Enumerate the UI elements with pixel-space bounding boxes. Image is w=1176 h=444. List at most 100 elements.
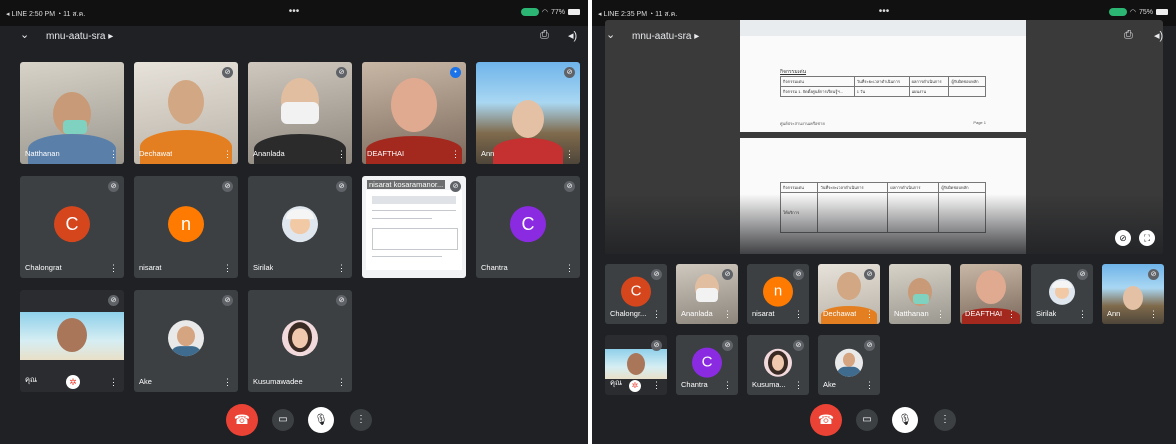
- more-options-button[interactable]: ⋮: [934, 409, 956, 431]
- participant-name: Dechawat: [139, 149, 173, 158]
- switch-camera-icon[interactable]: ⎙: [1124, 29, 1133, 42]
- participant-video: [976, 270, 1006, 304]
- more-options-icon[interactable]: ⋮: [109, 150, 118, 159]
- more-options-icon[interactable]: ⋮: [223, 264, 232, 273]
- doc-cell: ผลการดำเนินการ: [887, 182, 940, 193]
- participant-name: Chantra: [681, 380, 708, 389]
- more-options-icon[interactable]: ⋮: [451, 150, 460, 159]
- speaker-icon[interactable]: ◂): [1154, 29, 1163, 42]
- participant-tile[interactable]: ⊘ Sirilak ⋮: [1031, 264, 1093, 324]
- mic-off-icon[interactable]: ⊘: [1115, 230, 1131, 246]
- more-options-icon[interactable]: ⋮: [652, 381, 661, 390]
- more-options-icon[interactable]: ⋮: [794, 381, 803, 390]
- battery-icon: [1156, 9, 1168, 15]
- participant-tile[interactable]: ⊘ คุณ ✲ ⋮: [605, 335, 667, 395]
- more-options-button[interactable]: ⋮: [350, 409, 372, 431]
- more-options-icon[interactable]: ⋮: [1149, 310, 1158, 319]
- participant-tile[interactable]: ⊘ Kusumawadee ⋮: [248, 290, 352, 392]
- more-options-icon[interactable]: ⋮: [109, 378, 118, 387]
- camera-toggle-button[interactable]: ▭: [856, 409, 878, 431]
- more-options-icon[interactable]: ⋮: [865, 310, 874, 319]
- participant-tile[interactable]: ⊘ Ananlada ⋮: [676, 264, 738, 324]
- camera-toggle-button[interactable]: ▭: [272, 409, 294, 431]
- participant-video-body: [493, 138, 563, 164]
- status-time: ◂ LINE 2:35 PM ◔ 11 ส.ค.: [598, 11, 678, 18]
- doc-table: กิจกรรมเด่น วันที่ระยะเวลาดำเนินการ ผลกา…: [780, 76, 986, 97]
- more-options-icon[interactable]: ⋮: [223, 378, 232, 387]
- meeting-title[interactable]: mnu-aatu-sra ▸: [632, 31, 699, 42]
- participant-video: [512, 100, 544, 138]
- presentation-tile[interactable]: nisarat kosaramanor... ⊘: [362, 176, 466, 278]
- participant-name: DEAFTHAI: [965, 309, 1003, 318]
- participant-tile[interactable]: ⊘ Dechawat ⋮: [134, 62, 238, 164]
- participant-tile[interactable]: ⊘ Ann ⋮: [476, 62, 580, 164]
- switch-camera-icon[interactable]: ⎙: [540, 29, 549, 42]
- end-call-button[interactable]: ☎: [810, 404, 842, 436]
- meeting-header: ⌄ mnu-aatu-sra ▸ ⎙ ◂): [592, 26, 1176, 48]
- more-options-icon[interactable]: ⋮: [337, 378, 346, 387]
- more-options-icon[interactable]: ⋮: [1078, 310, 1087, 319]
- speaker-icon[interactable]: ◂): [568, 29, 577, 42]
- more-options-icon[interactable]: ⋮: [565, 150, 574, 159]
- participant-tile[interactable]: ⊘ Sirilak ⋮: [248, 176, 352, 278]
- more-options-icon[interactable]: ⋮: [223, 150, 232, 159]
- participant-tile[interactable]: Natthanan ⋮: [20, 62, 124, 164]
- doc-cell: ผู้รับผิดชอบหลัก: [938, 182, 986, 193]
- participant-name: Ake: [139, 377, 152, 386]
- chevron-down-icon[interactable]: ⌄: [606, 28, 615, 41]
- avatar: [1049, 278, 1075, 305]
- battery-percent: 75%: [1138, 8, 1153, 16]
- mic-off-icon: ⊘: [722, 269, 733, 280]
- participant-tile[interactable]: C ⊘ Chantra ⋮: [476, 176, 580, 278]
- avatar: [835, 348, 863, 377]
- participant-tile[interactable]: ⊘ คุณ ✲ ⋮: [20, 290, 124, 392]
- avatar: [168, 320, 204, 357]
- participant-tile[interactable]: ⊘ Kusuma... ⋮: [747, 335, 809, 395]
- mic-off-icon: ⊘: [1148, 269, 1159, 280]
- battery-percent: 77%: [550, 8, 565, 16]
- fade-overlay: [605, 194, 1163, 254]
- participant-tile[interactable]: DEAFTHAI ⋮: [960, 264, 1022, 324]
- participant-tile[interactable]: ⊘ Dechawat ⋮: [818, 264, 880, 324]
- end-call-button[interactable]: ☎: [226, 404, 258, 436]
- call-controls: ☎ ▭ 🎙 ⋮: [592, 404, 1176, 436]
- participant-video-body: [140, 130, 232, 164]
- participant-tile[interactable]: ⊘ Ann ⋮: [1102, 264, 1164, 324]
- more-options-icon[interactable]: ⋮: [652, 310, 661, 319]
- more-options-icon[interactable]: ⋮: [109, 264, 118, 273]
- mic-toggle-button[interactable]: 🎙: [308, 407, 334, 433]
- participant-tile[interactable]: Natthanan ⋮: [889, 264, 951, 324]
- mic-off-icon: ⊘: [864, 269, 875, 280]
- call-controls: ☎ ▭ 🎙 ⋮: [0, 404, 588, 436]
- presentation-view[interactable]: กิจกรรมเด่น กิจกรรมเด่น วันที่ระยะเวลาดำ…: [605, 20, 1163, 254]
- more-options-icon[interactable]: ⋮: [565, 264, 574, 273]
- chevron-down-icon[interactable]: ⌄: [20, 28, 29, 41]
- more-options-icon[interactable]: ⋮: [723, 381, 732, 390]
- participant-tile[interactable]: ⊘ Ananlada ⋮: [248, 62, 352, 164]
- participant-tile[interactable]: n ⊘ nisarat ⋮: [134, 176, 238, 278]
- more-options-icon[interactable]: ⋮: [337, 264, 346, 273]
- participant-name: Kusuma...: [752, 380, 786, 389]
- more-options-icon[interactable]: ⋮: [865, 381, 874, 390]
- avatar-letter: n: [763, 276, 793, 307]
- effects-icon[interactable]: ✲: [66, 375, 80, 389]
- more-options-icon[interactable]: ⋮: [794, 310, 803, 319]
- more-options-icon[interactable]: ⋮: [936, 310, 945, 319]
- participant-tile[interactable]: C ⊘ Chantra ⋮: [676, 335, 738, 395]
- doc-cell: วันที่ระยะเวลาดำเนินการ: [817, 182, 889, 193]
- participant-tile[interactable]: • DEAFTHAI ⋮: [362, 62, 466, 164]
- participant-tile[interactable]: C ⊘ Chalongrat ⋮: [20, 176, 124, 278]
- participant-tile[interactable]: C ⊘ Chalongr... ⋮: [605, 264, 667, 324]
- participant-tile[interactable]: ⊘ Ake ⋮: [134, 290, 238, 392]
- participant-tile[interactable]: n ⊘ nisarat ⋮: [747, 264, 809, 324]
- fullscreen-icon[interactable]: ⛶: [1139, 230, 1155, 246]
- mic-toggle-button[interactable]: 🎙: [892, 407, 918, 433]
- mic-off-icon: ⊘: [722, 340, 733, 351]
- more-options-icon[interactable]: ⋮: [723, 310, 732, 319]
- more-options-icon[interactable]: ⋮: [337, 150, 346, 159]
- more-options-icon[interactable]: ⋮: [1007, 310, 1016, 319]
- participant-tile[interactable]: ⊘ Ake ⋮: [818, 335, 880, 395]
- meeting-title[interactable]: mnu-aatu-sra ▸: [46, 31, 113, 42]
- mic-off-icon: ⊘: [222, 67, 233, 78]
- effects-icon[interactable]: ✲: [629, 380, 641, 392]
